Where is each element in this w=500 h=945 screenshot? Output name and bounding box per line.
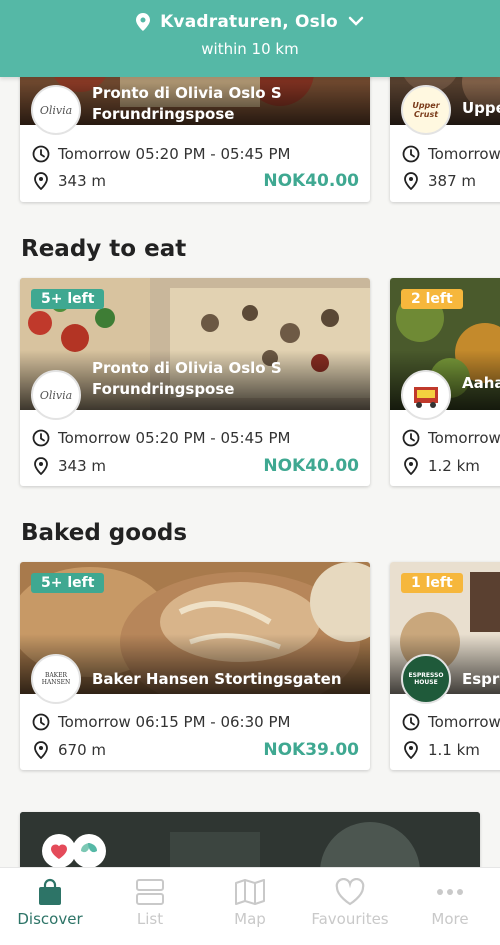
clock-icon: [402, 429, 420, 447]
store-logo: ESPRESSO HOUSE: [401, 654, 451, 704]
list-icon: [136, 879, 164, 905]
logo-text: Upper Crust: [412, 101, 440, 119]
distance: 343 m: [58, 457, 107, 475]
distance: 343 m: [58, 172, 107, 190]
clock-icon: [32, 429, 50, 447]
bag-icon: [39, 878, 61, 905]
more-icon: [437, 889, 463, 895]
price: NOK40.00: [263, 456, 359, 476]
store-logo: Olivia: [31, 370, 81, 420]
location-pin-icon: [136, 13, 151, 31]
store-card[interactable]: Baker Hansen Stortingsgaten 5+ left BAKE…: [20, 562, 370, 770]
tab-label: More: [431, 910, 469, 928]
clock-icon: [402, 713, 420, 731]
store-card[interactable]: Aaha 2 left Tomorrow 1.2 km: [390, 278, 500, 486]
logo-text: BAKER HANSEN: [41, 672, 71, 686]
price: NOK40.00: [263, 171, 359, 191]
tab-label: Favourites: [311, 910, 389, 928]
heart-icon: [335, 878, 365, 906]
location-pin-icon: [404, 741, 418, 759]
pickup-time: Tomorrow: [428, 145, 500, 163]
tab-favourites[interactable]: Favourites: [300, 868, 400, 945]
food-truck-logo: [414, 387, 438, 408]
pickup-time: Tomorrow 05:20 PM - 05:45 PM: [58, 145, 291, 163]
store-name: Uppe: [462, 99, 500, 117]
location-title: Kvadraturen, Oslo: [160, 12, 338, 32]
bottom-tab-bar: Discover List Map Favourites More: [0, 867, 500, 945]
store-name: Pronto di Olivia Oslo S: [92, 359, 282, 377]
price: NOK39.00: [263, 740, 359, 760]
promo-banner[interactable]: [20, 812, 480, 867]
stock-badge: 5+ left: [31, 289, 105, 309]
location-pin-icon: [34, 172, 48, 190]
pickup-time: Tomorrow 05:20 PM - 05:45 PM: [58, 429, 291, 447]
store-card[interactable]: Uppe Upper Crust Tomorrow 387 m: [390, 77, 500, 202]
tab-label: Discover: [17, 910, 83, 928]
store-logo: Olivia: [31, 85, 81, 135]
store-name: Aaha: [462, 374, 500, 392]
location-selector[interactable]: Kvadraturen, Oslo: [0, 12, 500, 32]
heart-badge-icon: [42, 834, 76, 867]
leaf-badge-icon: [72, 834, 106, 867]
tab-label: Map: [234, 910, 266, 928]
store-name: Baker Hansen Stortingsgaten: [92, 670, 342, 688]
bag-name: Forundringspose: [92, 105, 235, 123]
pickup-time: Tomorrow: [428, 713, 500, 731]
clock-icon: [402, 145, 420, 163]
distance: 670 m: [58, 741, 107, 759]
tab-map[interactable]: Map: [200, 868, 300, 945]
distance: 1.1 km: [428, 741, 480, 759]
location-header[interactable]: Kvadraturen, Oslo within 10 km: [0, 0, 500, 77]
section-title-baked-goods: Baked goods: [21, 520, 188, 546]
logo-text: Olivia: [39, 388, 73, 402]
store-logo: Upper Crust: [401, 85, 451, 135]
distance: 1.2 km: [428, 457, 480, 475]
logo-text: Olivia: [39, 103, 73, 117]
tab-discover[interactable]: Discover: [0, 868, 100, 945]
stock-badge: 5+ left: [31, 573, 105, 593]
stock-badge: 2 left: [401, 289, 463, 309]
store-card[interactable]: Pronto di Olivia Oslo S Forundringspose …: [20, 278, 370, 486]
store-logo: [401, 370, 451, 420]
location-pin-icon: [34, 457, 48, 475]
store-card[interactable]: Espre 1 left ESPRESSO HOUSE Tomorrow 1.1…: [390, 562, 500, 770]
tab-list[interactable]: List: [100, 868, 200, 945]
pickup-time: Tomorrow 06:15 PM - 06:30 PM: [58, 713, 291, 731]
map-icon: [235, 879, 265, 905]
clock-icon: [32, 145, 50, 163]
location-radius: within 10 km: [201, 40, 299, 58]
store-card[interactable]: Pronto di Olivia Oslo S Forundringspose …: [20, 77, 370, 202]
stock-badge: 1 left: [401, 573, 463, 593]
discover-feed[interactable]: Pronto di Olivia Oslo S Forundringspose …: [0, 77, 500, 867]
location-pin-icon: [34, 741, 48, 759]
pickup-time: Tomorrow: [428, 429, 500, 447]
tab-more[interactable]: More: [400, 868, 500, 945]
section-title-ready-to-eat: Ready to eat: [21, 236, 187, 262]
store-name: Pronto di Olivia Oslo S: [92, 84, 282, 102]
bag-name: Forundringspose: [92, 380, 235, 398]
logo-text: ESPRESSO HOUSE: [408, 672, 444, 686]
chevron-down-icon[interactable]: [348, 16, 364, 28]
store-name: Espre: [462, 670, 500, 688]
tab-label: List: [136, 910, 164, 928]
distance: 387 m: [428, 172, 477, 190]
location-pin-icon: [404, 457, 418, 475]
location-pin-icon: [404, 172, 418, 190]
store-logo: BAKER HANSEN: [31, 654, 81, 704]
clock-icon: [32, 713, 50, 731]
